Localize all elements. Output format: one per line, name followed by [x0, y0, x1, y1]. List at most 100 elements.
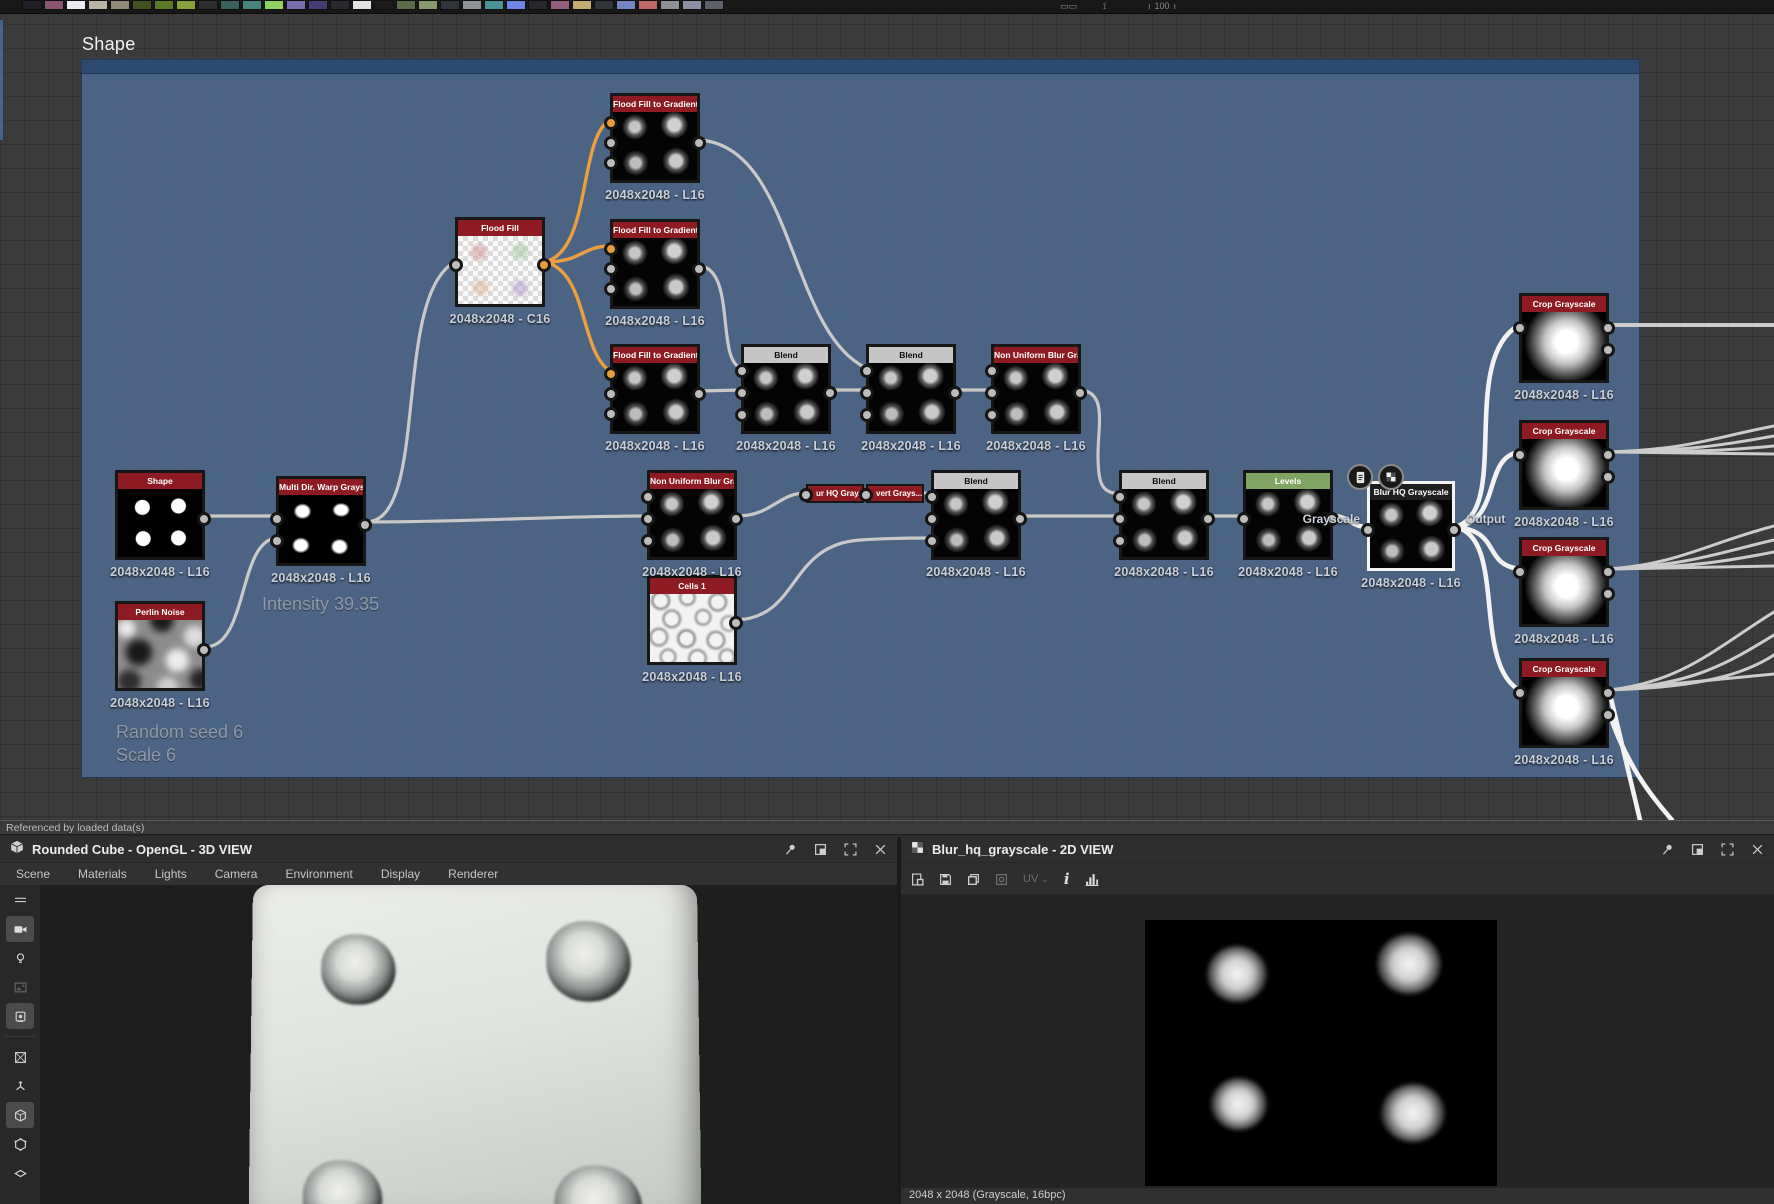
graph-node-blend-2[interactable]: Blend	[860, 344, 962, 434]
node-out-port[interactable]	[1601, 686, 1615, 700]
node-out-port[interactable]	[1601, 321, 1615, 335]
toolbar-swatch[interactable]	[88, 0, 108, 10]
toolbar-swatch[interactable]	[44, 0, 64, 10]
node-out-port[interactable]	[729, 616, 743, 630]
node-in-port[interactable]	[1113, 490, 1127, 504]
graph-node-shape[interactable]: Shape	[115, 470, 211, 560]
graph-node-flood-fill-to-gradient-1[interactable]: Flood Fill to Gradient	[604, 93, 706, 183]
info-icon[interactable]: i	[1064, 870, 1070, 888]
toolbar-swatch[interactable]	[484, 0, 504, 10]
graph-node-flood-fill[interactable]: Flood Fill	[449, 217, 551, 307]
toolbar-swatch[interactable]	[22, 0, 42, 10]
node-in-port[interactable]	[641, 534, 655, 548]
panel-3d-header[interactable]: Rounded Cube - OpenGL - 3D VIEW	[0, 837, 897, 863]
graph-node-non-uniform-blur-grayscale-2[interactable]: Non Uniform Blur Gray...	[641, 470, 743, 560]
node-in-port[interactable]	[860, 364, 874, 378]
export-image-icon[interactable]	[911, 872, 924, 886]
menu-scene[interactable]: Scene	[16, 867, 50, 881]
node-out-port[interactable]	[1601, 470, 1615, 484]
graph-node-crop-grayscale-3[interactable]: Crop Grayscale	[1513, 537, 1615, 627]
menu-display[interactable]: Display	[381, 867, 420, 881]
histogram-icon[interactable]	[1085, 873, 1099, 886]
graph-node-crop-grayscale-2[interactable]: Crop Grayscale	[1513, 420, 1615, 510]
toolbar-swatch[interactable]	[352, 0, 372, 10]
node-in-port[interactable]	[604, 262, 618, 276]
node-in-port[interactable]	[270, 512, 284, 526]
graph-node-non-uniform-blur-grayscale-1[interactable]: Non Uniform Blur Gray...	[985, 344, 1087, 434]
wireframe-box-icon[interactable]	[6, 1044, 34, 1070]
node-in-port[interactable]	[925, 534, 939, 548]
light-icon[interactable]	[6, 945, 34, 971]
toolbar-swatch[interactable]	[286, 0, 306, 10]
ground-plane-icon[interactable]	[6, 1160, 34, 1186]
node-in-port[interactable]	[860, 408, 874, 422]
toolbar-swatch[interactable]	[528, 0, 548, 10]
toolbar-swatch[interactable]	[462, 0, 482, 10]
node-in-port[interactable]	[449, 258, 463, 272]
graph-node-crop-grayscale-1[interactable]: Crop Grayscale	[1513, 293, 1615, 383]
node-in-port[interactable]	[604, 116, 618, 130]
node-in-port[interactable]	[604, 407, 618, 421]
toolbar-swatch[interactable]	[176, 0, 196, 10]
toolbar-swatch[interactable]	[418, 0, 438, 10]
save-icon[interactable]	[939, 873, 952, 886]
graph-node-crop-grayscale-4[interactable]: Crop Grayscale	[1513, 658, 1615, 748]
node-graph-canvas[interactable]: Shape Flood Fill to Gradient 2048x2048 -…	[0, 0, 1774, 820]
graph-node-perlin-noise[interactable]: Perlin Noise	[115, 601, 211, 691]
toolbar-swatch[interactable]	[154, 0, 174, 10]
node-out-port[interactable]	[1013, 512, 1027, 526]
node-in-port[interactable]	[604, 242, 618, 256]
node-out-port[interactable]	[1601, 448, 1615, 462]
toolbar-swatch[interactable]	[220, 0, 240, 10]
node-in-port[interactable]	[985, 408, 999, 422]
checker-badge-icon[interactable]	[1378, 464, 1404, 490]
node-out-port[interactable]	[197, 512, 211, 526]
node-in-port[interactable]	[1513, 321, 1527, 335]
node-out-port[interactable]	[729, 512, 743, 526]
close-icon[interactable]	[1750, 843, 1764, 857]
toolbar-swatch[interactable]	[506, 0, 526, 10]
node-out-port[interactable]	[537, 258, 551, 272]
node-in-port[interactable]	[604, 282, 618, 296]
copy-icon[interactable]	[967, 873, 980, 886]
node-out-port[interactable]	[1601, 708, 1615, 722]
node-in-port[interactable]	[604, 136, 618, 150]
node-out-port[interactable]	[692, 136, 706, 150]
menu-icon[interactable]	[6, 887, 34, 913]
node-in-port[interactable]	[1361, 523, 1375, 537]
toolbar-swatch[interactable]	[132, 0, 152, 10]
toolbar-swatch[interactable]	[550, 0, 570, 10]
node-in-port[interactable]	[604, 387, 618, 401]
environment-image-icon[interactable]	[6, 974, 34, 1000]
node-out-port[interactable]	[948, 386, 962, 400]
graph-node-blur-hq-grayscale-collapsed[interactable]: ur HQ Gray...	[799, 484, 864, 503]
node-out-port[interactable]	[692, 387, 706, 401]
node-in-port[interactable]	[1513, 686, 1527, 700]
menu-lights[interactable]: Lights	[155, 867, 187, 881]
pin-icon[interactable]	[783, 843, 797, 857]
toolbar-swatch[interactable]	[440, 0, 460, 10]
toolbar-swatch[interactable]	[66, 0, 86, 10]
pin-icon[interactable]	[1660, 843, 1674, 857]
toolbar-swatch[interactable]	[572, 0, 592, 10]
graph-node-flood-fill-to-gradient-3[interactable]: Flood Fill to Gradient	[604, 344, 706, 434]
menu-renderer[interactable]: Renderer	[448, 867, 498, 881]
maximize-icon[interactable]	[1720, 843, 1734, 857]
node-in-port[interactable]	[1113, 534, 1127, 548]
node-in-port[interactable]	[641, 490, 655, 504]
toolbar-swatch[interactable]	[660, 0, 680, 10]
camera-icon[interactable]	[6, 916, 34, 942]
node-out-port[interactable]	[1201, 512, 1215, 526]
menu-camera[interactable]: Camera	[215, 867, 258, 881]
node-in-port[interactable]	[1513, 565, 1527, 579]
graph-node-blend-3[interactable]: Blend	[925, 470, 1027, 560]
node-in-port[interactable]	[1513, 448, 1527, 462]
node-in-port[interactable]	[604, 156, 618, 170]
float-window-icon[interactable]	[813, 843, 827, 857]
display-settings-icon[interactable]	[6, 1003, 34, 1029]
node-out-port[interactable]	[1601, 587, 1615, 601]
node-in-port[interactable]	[735, 408, 749, 422]
pin-icon[interactable]: ⟟	[1103, 0, 1106, 12]
node-in-port[interactable]	[270, 534, 284, 548]
node-in-port[interactable]	[985, 364, 999, 378]
